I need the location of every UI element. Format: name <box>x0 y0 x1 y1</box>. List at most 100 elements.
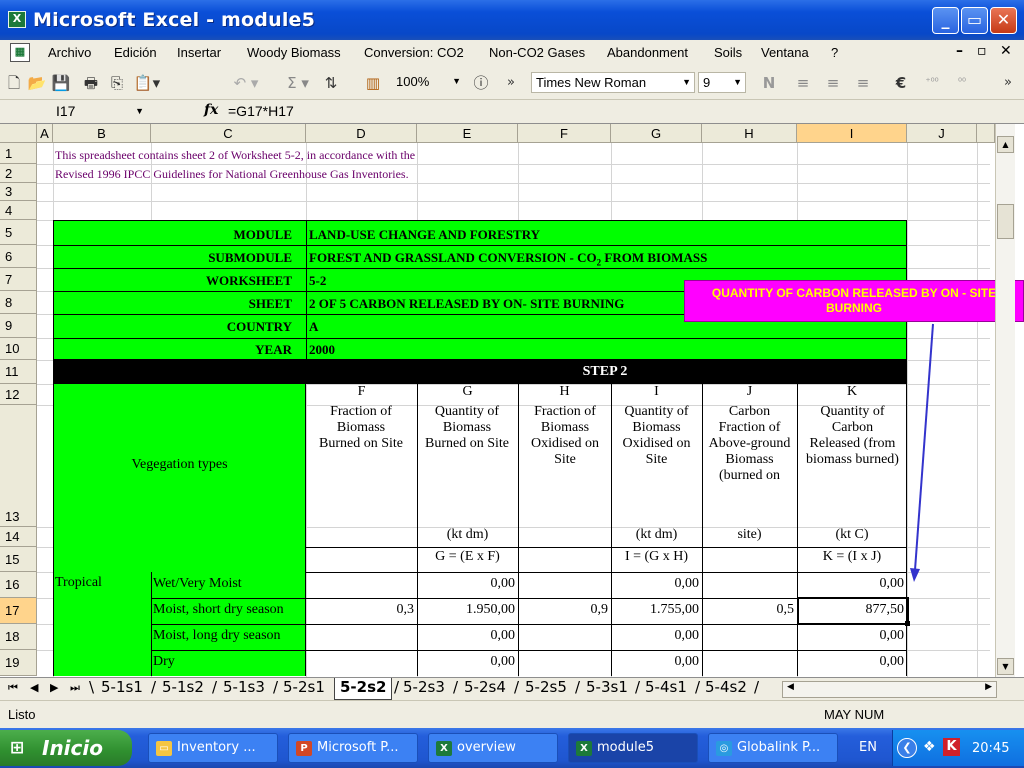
prev-sheet-icon[interactable]: ◀ <box>30 681 38 694</box>
data-cell[interactable]: 0,00 <box>611 628 702 644</box>
data-cell[interactable]: 1.950,00 <box>417 602 518 618</box>
fill-handle[interactable] <box>905 621 910 626</box>
taskbar-item[interactable]: ◎ Globalink P... <box>708 733 838 763</box>
workbook-icon[interactable]: ▦ <box>10 43 30 62</box>
decrease-decimal-icon[interactable]: ⁰⁰ <box>948 72 976 94</box>
menu-conversion-co2[interactable]: Conversion: CO2 <box>364 45 464 60</box>
next-sheet-icon[interactable]: ▶ <box>50 681 58 694</box>
column-header[interactable]: D <box>306 124 417 143</box>
undo-icon[interactable]: ↶ ▾ <box>228 72 264 94</box>
close-button[interactable]: ✕ <box>990 7 1017 34</box>
chart-wizard-icon[interactable]: ▥ <box>360 72 386 94</box>
scroll-down-icon[interactable]: ▼ <box>997 658 1014 675</box>
row-header[interactable]: 8 <box>0 291 37 314</box>
doc-close-button[interactable]: ✕ <box>1000 43 1012 59</box>
data-cell[interactable]: 0,00 <box>417 576 518 592</box>
menu-woody-biomass[interactable]: Woody Biomass <box>247 45 341 60</box>
taskbar-item-active[interactable]: Xmodule5 <box>568 733 698 763</box>
row-header[interactable]: 9 <box>0 314 37 338</box>
column-header-selected[interactable]: I <box>797 124 907 143</box>
first-sheet-icon[interactable]: ⏮ <box>8 681 18 695</box>
menu-edicion[interactable]: Edición <box>114 45 157 60</box>
column-header[interactable]: H <box>702 124 797 143</box>
sheet-tab[interactable]: 5-1s3 <box>223 678 265 700</box>
data-cell[interactable]: 0,9 <box>518 602 611 618</box>
language-indicator[interactable]: EN <box>859 740 877 755</box>
maximize-button[interactable]: ▭ <box>961 7 988 34</box>
row-header-selected[interactable]: 17 <box>0 598 37 624</box>
active-cell-border[interactable] <box>797 597 909 625</box>
open-icon[interactable]: 📂 <box>26 72 48 94</box>
sheet-tab[interactable]: 5-4s1 <box>645 678 687 700</box>
doc-minimize-button[interactable]: – <box>956 43 963 59</box>
menu-non-co2-gases[interactable]: Non-CO2 Gases <box>489 45 585 60</box>
data-cell[interactable]: 0,00 <box>417 654 518 670</box>
menu-archivo[interactable]: Archivo <box>48 45 91 60</box>
data-cell[interactable]: 0,00 <box>797 654 907 670</box>
align-left-icon[interactable]: ≡ <box>792 72 814 94</box>
data-cell[interactable]: 1.755,00 <box>611 602 702 618</box>
row-header[interactable]: 15 <box>0 547 37 572</box>
column-header[interactable]: A <box>37 124 53 143</box>
print-icon[interactable]: 🖶 <box>80 72 102 94</box>
data-cell[interactable]: 0,00 <box>417 628 518 644</box>
toolbar-more-icon[interactable]: » <box>1000 72 1016 94</box>
function-icon[interactable]: fx <box>204 102 218 118</box>
row-header[interactable]: 3 <box>0 183 37 201</box>
row-header[interactable]: 2 <box>0 164 37 183</box>
new-icon[interactable]: 🗋 <box>4 72 24 94</box>
row-header[interactable]: 10 <box>0 338 37 360</box>
row-header[interactable]: 13 <box>0 405 37 527</box>
row-header[interactable]: 18 <box>0 624 37 650</box>
menu-abandonment[interactable]: Abandonment <box>607 45 688 60</box>
sheet-tab[interactable]: 5-1s1 <box>101 678 143 700</box>
scroll-thumb[interactable] <box>997 204 1014 239</box>
scroll-right-icon[interactable]: ▶ <box>985 682 992 692</box>
sheet-tab[interactable]: 5-4s2 <box>705 678 747 700</box>
row-header[interactable]: 19 <box>0 650 37 676</box>
doc-restore-button[interactable]: ▫ <box>977 43 987 59</box>
paste-icon[interactable]: 📋▾ <box>130 72 164 94</box>
sheet-tab[interactable]: 5-2s4 <box>464 678 506 700</box>
scroll-left-icon[interactable]: ◀ <box>787 682 794 692</box>
taskbar-item[interactable]: P Microsoft P... <box>288 733 418 763</box>
align-center-icon[interactable]: ≡ <box>822 72 844 94</box>
font-size-select[interactable]: 9 ▼ <box>698 72 746 93</box>
euro-icon[interactable]: € <box>890 72 912 94</box>
increase-decimal-icon[interactable]: ⁺⁰⁰ <box>918 72 946 94</box>
row-header[interactable]: 4 <box>0 201 37 220</box>
clock[interactable]: 20:45 <box>972 741 1009 756</box>
sheet-tab-active[interactable]: 5-2s2 <box>334 678 393 700</box>
row-header[interactable]: 5 <box>0 220 37 245</box>
sheet-tab[interactable]: 5-2s5 <box>525 678 567 700</box>
row-header[interactable]: 14 <box>0 527 37 547</box>
name-box[interactable]: I17 ▼ <box>52 102 148 121</box>
menu-soils[interactable]: Soils <box>714 45 742 60</box>
formula-input[interactable]: =G17*H17 <box>228 103 294 119</box>
copy-icon[interactable]: ⎘ <box>106 72 128 94</box>
data-cell[interactable]: 0,00 <box>797 576 907 592</box>
select-all-corner[interactable] <box>0 124 37 143</box>
save-icon[interactable]: 💾 <box>50 72 72 94</box>
column-header[interactable]: E <box>417 124 518 143</box>
sheet-tab[interactable]: 5-3s1 <box>586 678 628 700</box>
align-right-icon[interactable]: ≡ <box>852 72 874 94</box>
sheet-tab[interactable]: 5-1s2 <box>162 678 204 700</box>
toolbar-more-icon[interactable]: » <box>503 72 519 94</box>
taskbar-item[interactable]: ▭ Inventory ... <box>148 733 278 763</box>
column-header[interactable]: B <box>53 124 151 143</box>
data-cell[interactable]: 0,5 <box>702 602 797 618</box>
scroll-up-icon[interactable]: ▲ <box>997 136 1014 153</box>
chevron-left-icon[interactable]: ❮ <box>897 738 917 758</box>
bold-icon[interactable]: N <box>758 72 780 94</box>
zoom-select[interactable]: 100% ▼ <box>392 72 464 93</box>
last-sheet-icon[interactable]: ⏭ <box>70 681 80 695</box>
column-header[interactable]: F <box>518 124 611 143</box>
column-header[interactable]: G <box>611 124 702 143</box>
vertical-scrollbar[interactable]: ▲ ▼ <box>995 124 1015 677</box>
column-header[interactable]: J <box>907 124 977 143</box>
data-cell[interactable]: 0,3 <box>306 602 417 618</box>
help-icon[interactable]: ⓘ <box>470 72 492 94</box>
start-button[interactable]: ⊞ Inicio <box>0 730 132 766</box>
menu-ventana[interactable]: Ventana <box>761 45 809 60</box>
